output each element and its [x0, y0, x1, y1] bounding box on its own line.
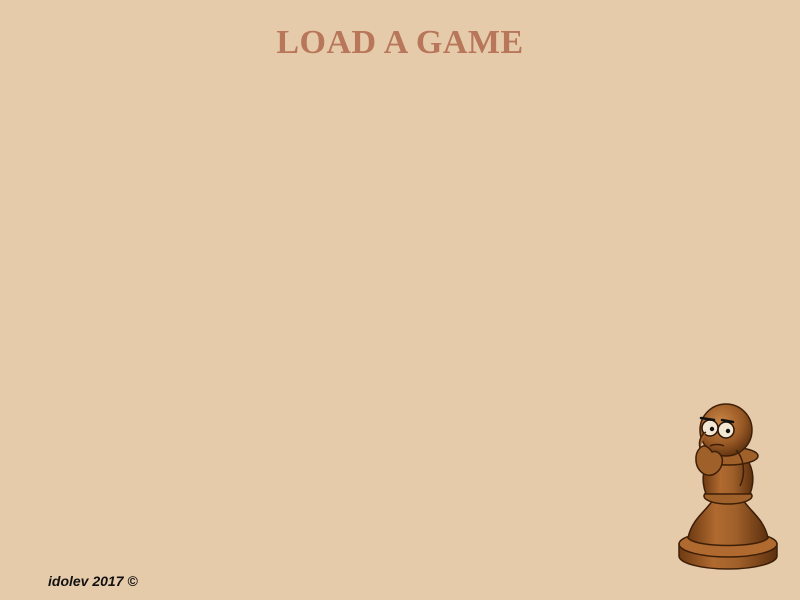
thinking-pawn-icon: [678, 403, 778, 570]
saved-games-area: [20, 80, 660, 550]
copyright-text: idolev 2017 ©: [48, 573, 138, 589]
page-title: LOAD A GAME: [276, 24, 524, 61]
